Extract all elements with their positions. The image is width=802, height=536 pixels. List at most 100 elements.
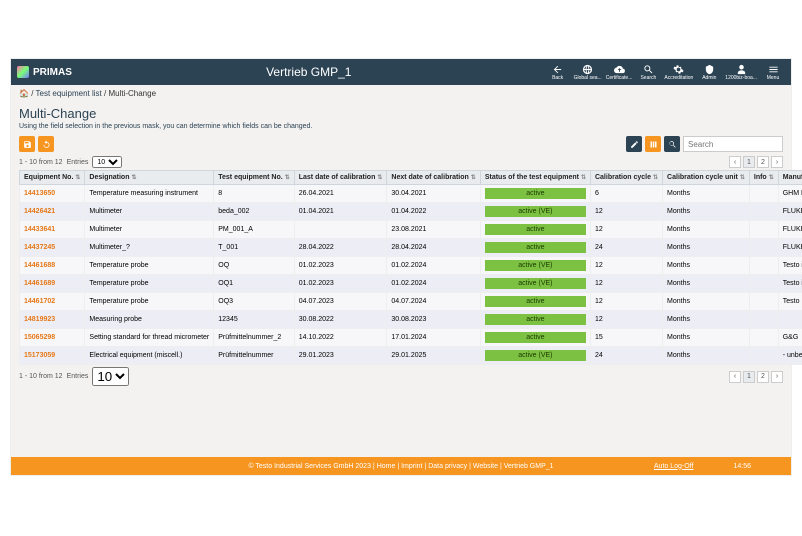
cell-des: Multimeter bbox=[85, 203, 214, 221]
cell-eq[interactable]: 14433641 bbox=[20, 221, 85, 239]
sort-icon: ⇅ bbox=[653, 175, 658, 181]
page-title: Multi-Change bbox=[19, 106, 783, 121]
toolbar-label: Global sea... bbox=[574, 75, 602, 81]
cell-des: Temperature probe bbox=[85, 275, 214, 293]
globe-icon bbox=[582, 64, 593, 75]
footer-link[interactable]: Vertrieb GMP_1 bbox=[504, 463, 554, 470]
undo-button[interactable] bbox=[38, 136, 54, 152]
cell-mfr bbox=[778, 311, 802, 329]
pager-prev[interactable]: ‹ bbox=[729, 156, 741, 168]
col-header[interactable]: Designation⇅ bbox=[85, 171, 214, 185]
cell-next: 01.04.2022 bbox=[387, 203, 480, 221]
cell-te: 8 bbox=[214, 185, 294, 203]
footer-copyright: © Testo Industrial Services GmbH 2023 bbox=[248, 463, 371, 470]
cell-eq[interactable]: 15065298 bbox=[20, 329, 85, 347]
cell-last bbox=[294, 221, 387, 239]
pager-page-1[interactable]: 1 bbox=[743, 156, 755, 168]
col-header[interactable]: Calibration cycle⇅ bbox=[590, 171, 662, 185]
user-icon bbox=[736, 64, 747, 75]
cell-eq[interactable]: 14461702 bbox=[20, 293, 85, 311]
search-input[interactable] bbox=[683, 136, 783, 152]
sort-icon: ⇅ bbox=[131, 175, 136, 181]
entries-select-bottom[interactable]: 10 bbox=[92, 367, 129, 386]
toolbar-label: Certificate... bbox=[606, 75, 633, 81]
cell-next: 01.02.2024 bbox=[387, 257, 480, 275]
cell-next: 28.04.2024 bbox=[387, 239, 480, 257]
table-row[interactable]: 14437245Multimeter_?T_00128.04.202228.04… bbox=[20, 239, 802, 257]
cell-next: 01.02.2024 bbox=[387, 275, 480, 293]
sort-icon: ⇅ bbox=[769, 175, 774, 181]
col-header[interactable]: Manufacturer⇅ bbox=[778, 171, 802, 185]
table-row[interactable]: 14433641MultimeterPM_001_A23.08.2021acti… bbox=[20, 221, 802, 239]
col-header[interactable]: Next date of calibration⇅ bbox=[387, 171, 480, 185]
cell-eq[interactable]: 14413650 bbox=[20, 185, 85, 203]
status-badge: active bbox=[485, 224, 586, 235]
toolbar-menu[interactable]: Menu bbox=[761, 64, 785, 81]
toolbar-search[interactable]: Search bbox=[636, 64, 660, 81]
pager-next[interactable]: › bbox=[771, 156, 783, 168]
cell-next: 30.04.2021 bbox=[387, 185, 480, 203]
pager-page-2[interactable]: 2 bbox=[757, 156, 769, 168]
col-header[interactable]: Equipment No.⇅ bbox=[20, 171, 85, 185]
col-header[interactable]: Last date of calibration⇅ bbox=[294, 171, 387, 185]
cell-unit: Months bbox=[663, 203, 750, 221]
search-button[interactable] bbox=[664, 136, 680, 152]
footer-link[interactable]: Imprint bbox=[401, 463, 422, 470]
table-row[interactable]: 15173059Electrical equipment (miscell.)P… bbox=[20, 347, 802, 365]
col-header[interactable]: Calibration cycle unit⇅ bbox=[663, 171, 750, 185]
cell-des: Multimeter bbox=[85, 221, 214, 239]
cell-eq[interactable]: 14426421 bbox=[20, 203, 85, 221]
col-header[interactable]: Test equipment No.⇅ bbox=[214, 171, 294, 185]
status-badge: active bbox=[485, 296, 586, 307]
col-header[interactable]: Info⇅ bbox=[749, 171, 778, 185]
cell-te: Prüfmittelnummer_2 bbox=[214, 329, 294, 347]
table-row[interactable]: 14461689Temperature probeOQ101.02.202301… bbox=[20, 275, 802, 293]
toolbar-back[interactable]: Back bbox=[546, 64, 570, 81]
cell-cyc: 24 bbox=[590, 239, 662, 257]
sort-icon: ⇅ bbox=[377, 175, 382, 181]
toolbar-globe[interactable]: Global sea... bbox=[574, 64, 602, 81]
cell-unit: Months bbox=[663, 257, 750, 275]
table-row[interactable]: 15065298Setting standard for thread micr… bbox=[20, 329, 802, 347]
cell-te: beda_002 bbox=[214, 203, 294, 221]
toolbar-admin[interactable]: Admin bbox=[697, 64, 721, 81]
cell-info bbox=[749, 293, 778, 311]
table-row[interactable]: 14461702Temperature probeOQ304.07.202304… bbox=[20, 293, 802, 311]
footer-link[interactable]: Data privacy bbox=[428, 463, 467, 470]
top-bar: PRIMAS Vertrieb GMP_1 BackGlobal sea...C… bbox=[11, 59, 791, 85]
columns-button[interactable] bbox=[645, 136, 661, 152]
toolbar-upload[interactable]: Certificate... bbox=[606, 64, 633, 81]
pager-page-1[interactable]: 1 bbox=[743, 371, 755, 383]
cell-eq[interactable]: 15173059 bbox=[20, 347, 85, 365]
cell-des: Measuring probe bbox=[85, 311, 214, 329]
cell-status: active bbox=[480, 185, 590, 203]
col-header[interactable]: Status of the test equipment⇅ bbox=[480, 171, 590, 185]
breadcrumb-current: Multi-Change bbox=[108, 89, 156, 98]
cell-cyc: 15 bbox=[590, 329, 662, 347]
pager-next[interactable]: › bbox=[771, 371, 783, 383]
home-icon[interactable]: 🏠 bbox=[19, 89, 29, 98]
cell-status: active (VE) bbox=[480, 257, 590, 275]
table-row[interactable]: 14426421Multimeterbeda_00201.04.202101.0… bbox=[20, 203, 802, 221]
table-row[interactable]: 14461688Temperature probeOQ01.02.202301.… bbox=[20, 257, 802, 275]
save-button[interactable] bbox=[19, 136, 35, 152]
toolbar-gear[interactable]: Accreditation bbox=[664, 64, 693, 81]
footer-link[interactable]: Home bbox=[377, 463, 396, 470]
entries-select-top[interactable]: 10 bbox=[92, 156, 122, 168]
cell-eq[interactable]: 14461688 bbox=[20, 257, 85, 275]
status-badge: active (VE) bbox=[485, 206, 586, 217]
cell-eq[interactable]: 14437245 bbox=[20, 239, 85, 257]
status-badge: active (VE) bbox=[485, 350, 586, 361]
cell-eq[interactable]: 14461689 bbox=[20, 275, 85, 293]
toolbar-user[interactable]: 1200biz-boa... bbox=[725, 64, 757, 81]
breadcrumb-link-1[interactable]: Test equipment list bbox=[36, 89, 102, 98]
pager-prev[interactable]: ‹ bbox=[729, 371, 741, 383]
cell-next: 29.01.2025 bbox=[387, 347, 480, 365]
cell-eq[interactable]: 14819923 bbox=[20, 311, 85, 329]
table-row[interactable]: 14413650Temperature measuring instrument… bbox=[20, 185, 802, 203]
footer-link[interactable]: Website bbox=[473, 463, 498, 470]
table-row[interactable]: 14819923Measuring probe1234530.08.202230… bbox=[20, 311, 802, 329]
pager-page-2[interactable]: 2 bbox=[757, 371, 769, 383]
edit-button[interactable] bbox=[626, 136, 642, 152]
cell-unit: Months bbox=[663, 221, 750, 239]
